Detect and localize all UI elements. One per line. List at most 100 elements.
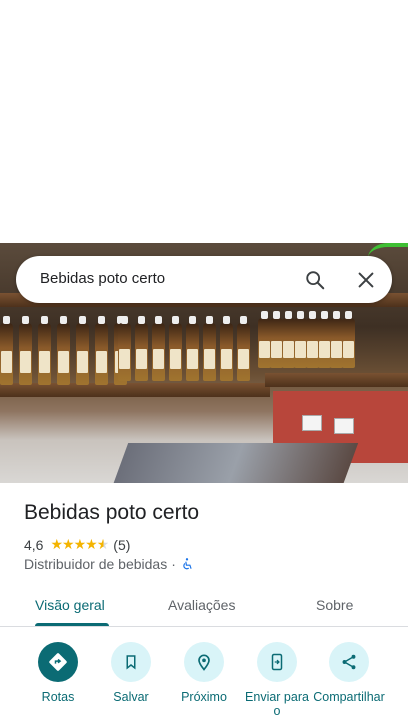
send-to-phone-icon [271, 653, 283, 671]
search-bar[interactable]: Bebidas poto certo [16, 256, 392, 303]
share-label: Compartilhar [313, 690, 385, 704]
bottle-label [319, 340, 330, 358]
send-to-phone-label: Enviar para o [245, 690, 309, 718]
send-to-phone-button-circle [257, 642, 297, 682]
bottle-cap [3, 316, 10, 324]
bottle-cap [240, 316, 247, 324]
category-row: Distribuidor de bebidas · [24, 556, 194, 572]
bottle-cap [155, 316, 162, 324]
bottle [169, 316, 182, 381]
bottle-cap [285, 311, 292, 319]
bottle [0, 316, 13, 385]
bottle-label [271, 340, 282, 358]
bottle-label [136, 349, 147, 370]
star-icon: ★ [62, 536, 75, 552]
bottle [76, 316, 89, 385]
bottle-label [153, 349, 164, 370]
directions-label: Rotas [41, 690, 75, 704]
bottle-cap [41, 316, 48, 324]
save-button-circle [111, 642, 151, 682]
share-button[interactable]: Compartilhar [309, 642, 389, 704]
bottle-label [204, 349, 215, 370]
close-icon[interactable] [355, 269, 377, 291]
bookmark-icon [126, 655, 136, 670]
bottle-cap [297, 311, 304, 319]
bottle-label [259, 340, 270, 358]
star-icon: ★ [85, 536, 98, 552]
bottle [152, 316, 165, 381]
bottle-cap [60, 316, 67, 324]
separator: · [171, 556, 176, 572]
star-rating: ★ ★ ★ ★ ★ [50, 536, 110, 553]
bottle-label [77, 350, 88, 373]
search-icon[interactable] [304, 269, 326, 291]
bottle-cap [333, 311, 340, 319]
bottle [186, 316, 199, 381]
tab-overview[interactable]: Visão geral [35, 597, 105, 613]
share-icon [342, 654, 356, 670]
bottle-cap [121, 316, 128, 324]
divider [0, 626, 408, 627]
bottle-label [343, 340, 354, 358]
bottle [118, 316, 131, 381]
bottle-label [238, 349, 249, 370]
save-label: Salvar [113, 690, 149, 704]
bottle-cap [79, 316, 86, 324]
photo-detail [302, 415, 322, 431]
bottle-label [295, 340, 306, 358]
bottle-cap [22, 316, 29, 324]
bottle-label [58, 350, 69, 373]
bottle [342, 311, 355, 368]
photo-detail [0, 383, 270, 397]
bottle-label [39, 350, 50, 373]
bottle-cap [261, 311, 268, 319]
bottle-label [187, 349, 198, 370]
photo-detail [111, 443, 359, 483]
search-input[interactable]: Bebidas poto certo [40, 270, 165, 287]
nearby-label: Próximo [181, 690, 227, 704]
bottle-label [20, 350, 31, 373]
photo-detail [334, 418, 354, 434]
bottle [19, 316, 32, 385]
tab-about[interactable]: Sobre [316, 597, 353, 613]
bottle-cap [321, 311, 328, 319]
bottle-label [119, 349, 130, 370]
bottle [38, 316, 51, 385]
bottle [237, 316, 250, 381]
bottle-label [170, 349, 181, 370]
bottle-cap [309, 311, 316, 319]
bottle-cap [273, 311, 280, 319]
directions-icon [49, 653, 67, 671]
place-page: Bebidas poto certo Bebidas poto certo 4,… [0, 0, 408, 726]
bottle [203, 316, 216, 381]
rating-row[interactable]: 4,6 ★ ★ ★ ★ ★ (5) [24, 536, 130, 553]
share-button-circle [329, 642, 369, 682]
bottle-cap [138, 316, 145, 324]
photo-detail [265, 373, 408, 387]
directions-button[interactable]: Rotas [18, 642, 98, 704]
bottle-label [1, 350, 12, 373]
bottle-label [307, 340, 318, 358]
wheelchair-accessible-icon [183, 558, 192, 570]
nearby-icon [198, 654, 210, 671]
save-button[interactable]: Salvar [91, 642, 171, 704]
nearby-button[interactable]: Próximo [164, 642, 244, 704]
bottle-cap [98, 316, 105, 324]
star-half-icon: ★ [96, 536, 110, 552]
bottle-cap [172, 316, 179, 324]
category-label: Distribuidor de bebidas [24, 556, 168, 572]
bottle-cap [189, 316, 196, 324]
bottle [95, 316, 108, 385]
star-icon: ★ [73, 536, 87, 552]
send-to-phone-button[interactable]: Enviar para o [237, 642, 317, 718]
bottle-label [96, 350, 107, 373]
tab-reviews[interactable]: Avaliações [168, 597, 235, 613]
star-icon: ★ [50, 536, 63, 552]
bottle-cap [223, 316, 230, 324]
review-count: (5) [113, 536, 131, 553]
bottle [220, 316, 233, 381]
bottle-label [221, 349, 232, 370]
bottle-cap [206, 316, 213, 324]
directions-button-circle [38, 642, 78, 682]
place-title: Bebidas poto certo [24, 501, 200, 524]
